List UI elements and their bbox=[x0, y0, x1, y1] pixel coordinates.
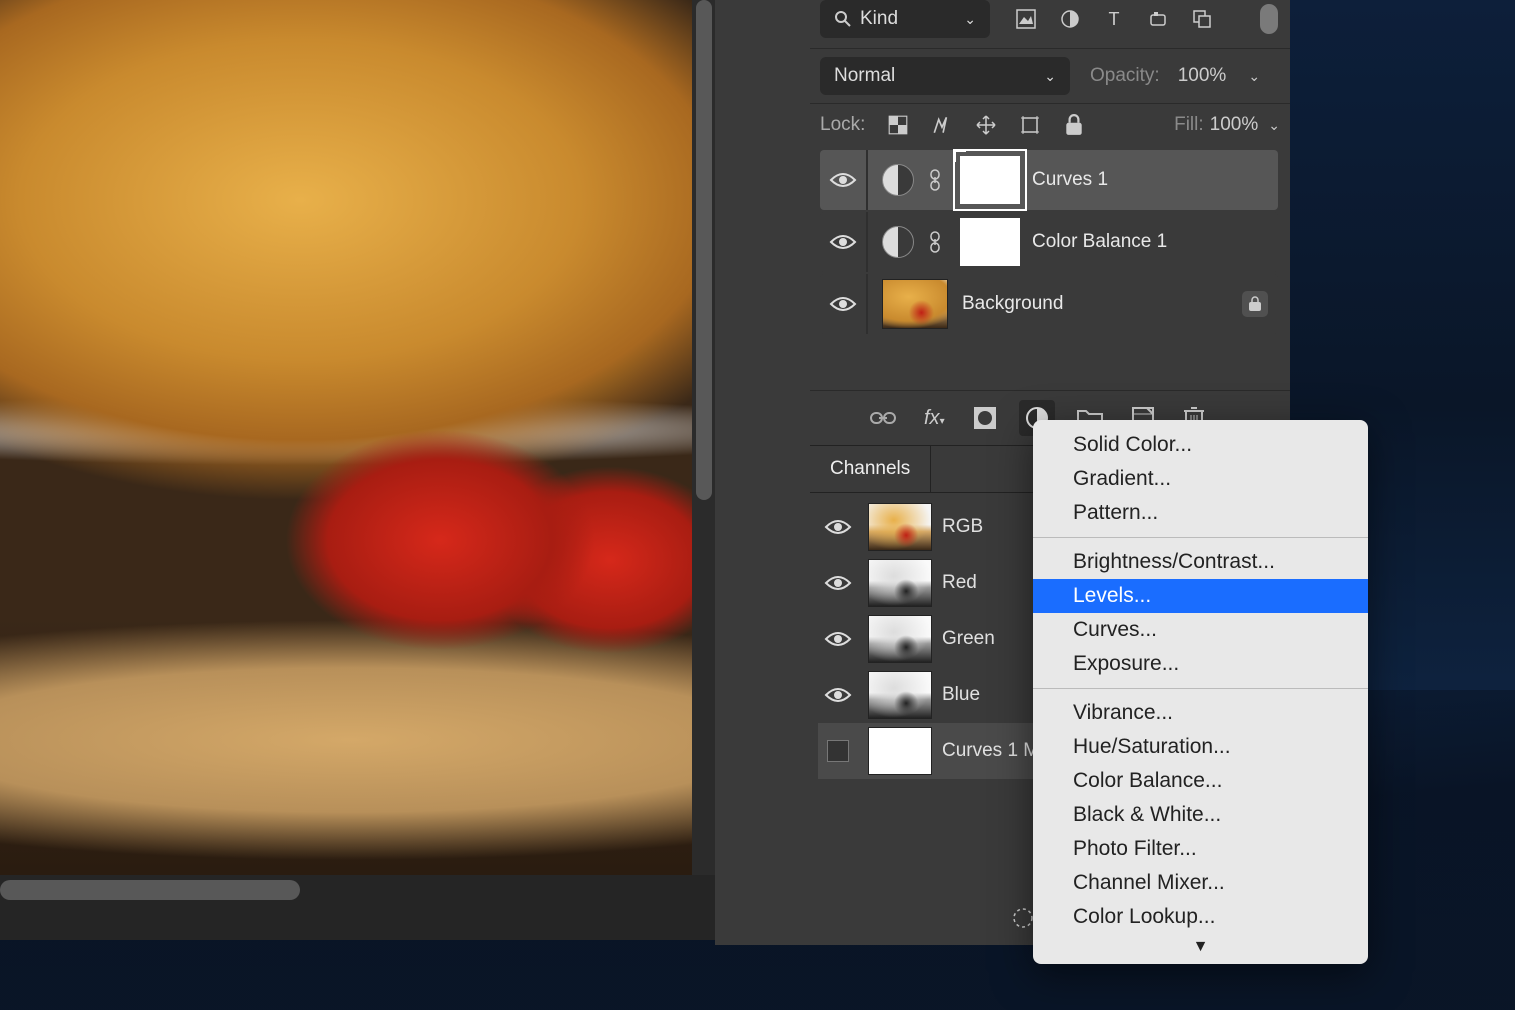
visibility-toggle[interactable] bbox=[818, 685, 858, 705]
link-mask-icon[interactable] bbox=[928, 230, 948, 254]
visibility-toggle[interactable] bbox=[820, 232, 866, 252]
layer-effects-icon[interactable]: fx▾ bbox=[924, 407, 945, 430]
menu-item-channel-mixer[interactable]: Channel Mixer... bbox=[1033, 866, 1368, 900]
channel-name: Green bbox=[942, 628, 995, 650]
layer-list: Curves 1 Color Balance 1 Background bbox=[810, 146, 1290, 342]
channels-tab[interactable]: Channels bbox=[810, 446, 931, 492]
lock-icon[interactable] bbox=[1242, 291, 1268, 317]
blend-mode-value: Normal bbox=[834, 65, 895, 87]
fill-label: Fill: bbox=[1174, 114, 1204, 136]
channel-name: RGB bbox=[942, 516, 983, 538]
visibility-toggle[interactable] bbox=[820, 170, 866, 190]
layer-thumbnail[interactable] bbox=[882, 279, 948, 329]
filter-type-icon[interactable]: T bbox=[1102, 7, 1126, 31]
menu-item-color-balance[interactable]: Color Balance... bbox=[1033, 764, 1368, 798]
vertical-scrollbar-track[interactable] bbox=[693, 0, 715, 875]
adjustment-layer-icon bbox=[882, 164, 914, 196]
opacity-label: Opacity: bbox=[1090, 65, 1160, 87]
visibility-toggle[interactable] bbox=[818, 573, 858, 593]
filter-pixel-icon[interactable] bbox=[1014, 7, 1038, 31]
menu-item-hue-saturation[interactable]: Hue/Saturation... bbox=[1033, 730, 1368, 764]
filter-kind-select[interactable]: Kind ⌄ bbox=[820, 0, 990, 38]
lock-all-icon[interactable] bbox=[1063, 114, 1085, 136]
opacity-value[interactable]: 100% bbox=[1178, 65, 1227, 87]
document-image[interactable] bbox=[0, 0, 692, 875]
menu-item-gradient[interactable]: Gradient... bbox=[1033, 462, 1368, 496]
document-canvas-area bbox=[0, 0, 715, 940]
visibility-toggle[interactable] bbox=[818, 629, 858, 649]
menu-item-pattern[interactable]: Pattern... bbox=[1033, 496, 1368, 530]
link-layers-icon[interactable] bbox=[870, 409, 896, 427]
filter-type-icons: T bbox=[1014, 7, 1214, 31]
filter-toggle-switch[interactable] bbox=[1260, 4, 1278, 34]
chevron-down-icon[interactable]: ⌄ bbox=[1268, 117, 1280, 134]
layer-name[interactable]: Background bbox=[962, 293, 1063, 315]
visibility-checkbox[interactable] bbox=[827, 740, 849, 762]
vertical-scrollbar-thumb[interactable] bbox=[696, 0, 712, 500]
svg-text:T: T bbox=[1109, 9, 1120, 29]
menu-item-levels[interactable]: Levels... bbox=[1033, 579, 1368, 613]
adjustment-layer-icon bbox=[882, 226, 914, 258]
layer-filter-row: Kind ⌄ T bbox=[810, 0, 1290, 48]
layer-row-background[interactable]: Background bbox=[820, 274, 1278, 334]
layer-name[interactable]: Curves 1 bbox=[1032, 169, 1108, 191]
adjustment-layer-menu: Solid Color... Gradient... Pattern... Br… bbox=[1033, 420, 1368, 964]
menu-item-color-lookup[interactable]: Color Lookup... bbox=[1033, 900, 1368, 934]
chevron-down-icon: ⌄ bbox=[1044, 68, 1056, 85]
menu-item-photo-filter[interactable]: Photo Filter... bbox=[1033, 832, 1368, 866]
lock-image-icon[interactable] bbox=[931, 114, 953, 136]
filter-kind-label: Kind bbox=[860, 8, 898, 30]
lock-artboard-icon[interactable] bbox=[1019, 114, 1041, 136]
channel-thumbnail bbox=[868, 615, 932, 663]
layer-name[interactable]: Color Balance 1 bbox=[1032, 231, 1167, 253]
filter-adjustment-icon[interactable] bbox=[1058, 7, 1082, 31]
menu-item-curves[interactable]: Curves... bbox=[1033, 613, 1368, 647]
canvas-bottom-bar bbox=[0, 875, 715, 940]
layer-mask-thumbnail[interactable] bbox=[960, 156, 1020, 204]
lock-transparency-icon[interactable] bbox=[887, 114, 909, 136]
add-mask-icon[interactable] bbox=[973, 406, 997, 430]
layer-row-curves[interactable]: Curves 1 bbox=[820, 150, 1278, 210]
channel-thumbnail bbox=[868, 671, 932, 719]
channel-thumbnail bbox=[868, 503, 932, 551]
filter-smartobject-icon[interactable] bbox=[1190, 7, 1214, 31]
layer-row-colorbalance[interactable]: Color Balance 1 bbox=[820, 212, 1278, 272]
lock-row: Lock: Fill: 100% ⌄ bbox=[810, 104, 1290, 146]
menu-item-solid-color[interactable]: Solid Color... bbox=[1033, 428, 1368, 462]
layer-mask-thumbnail[interactable] bbox=[960, 218, 1020, 266]
menu-item-brightness-contrast[interactable]: Brightness/Contrast... bbox=[1033, 545, 1368, 579]
menu-item-black-white[interactable]: Black & White... bbox=[1033, 798, 1368, 832]
visibility-toggle[interactable] bbox=[820, 294, 866, 314]
menu-divider bbox=[1033, 688, 1368, 689]
channel-name: Blue bbox=[942, 684, 980, 706]
lock-position-icon[interactable] bbox=[975, 114, 997, 136]
blend-mode-select[interactable]: Normal ⌄ bbox=[820, 57, 1070, 95]
visibility-toggle[interactable] bbox=[818, 517, 858, 537]
channel-thumbnail bbox=[868, 559, 932, 607]
menu-divider bbox=[1033, 537, 1368, 538]
link-mask-icon[interactable] bbox=[928, 168, 948, 192]
chevron-down-icon[interactable]: ⌄ bbox=[1248, 68, 1260, 85]
lock-label: Lock: bbox=[820, 114, 865, 136]
channel-thumbnail bbox=[868, 727, 932, 775]
panel-gutter bbox=[715, 0, 810, 945]
fill-value[interactable]: 100% bbox=[1210, 114, 1259, 136]
horizontal-scrollbar-thumb[interactable] bbox=[0, 880, 300, 900]
menu-item-exposure[interactable]: Exposure... bbox=[1033, 647, 1368, 681]
chevron-down-icon: ⌄ bbox=[964, 11, 976, 28]
menu-item-vibrance[interactable]: Vibrance... bbox=[1033, 696, 1368, 730]
channel-name: Red bbox=[942, 572, 977, 594]
blend-mode-row: Normal ⌄ Opacity: 100% ⌄ bbox=[810, 48, 1290, 104]
menu-scroll-down-icon[interactable]: ▼ bbox=[1033, 934, 1368, 956]
filter-shape-icon[interactable] bbox=[1146, 7, 1170, 31]
channel-name: Curves 1 M bbox=[942, 740, 1039, 762]
search-icon bbox=[834, 10, 852, 28]
